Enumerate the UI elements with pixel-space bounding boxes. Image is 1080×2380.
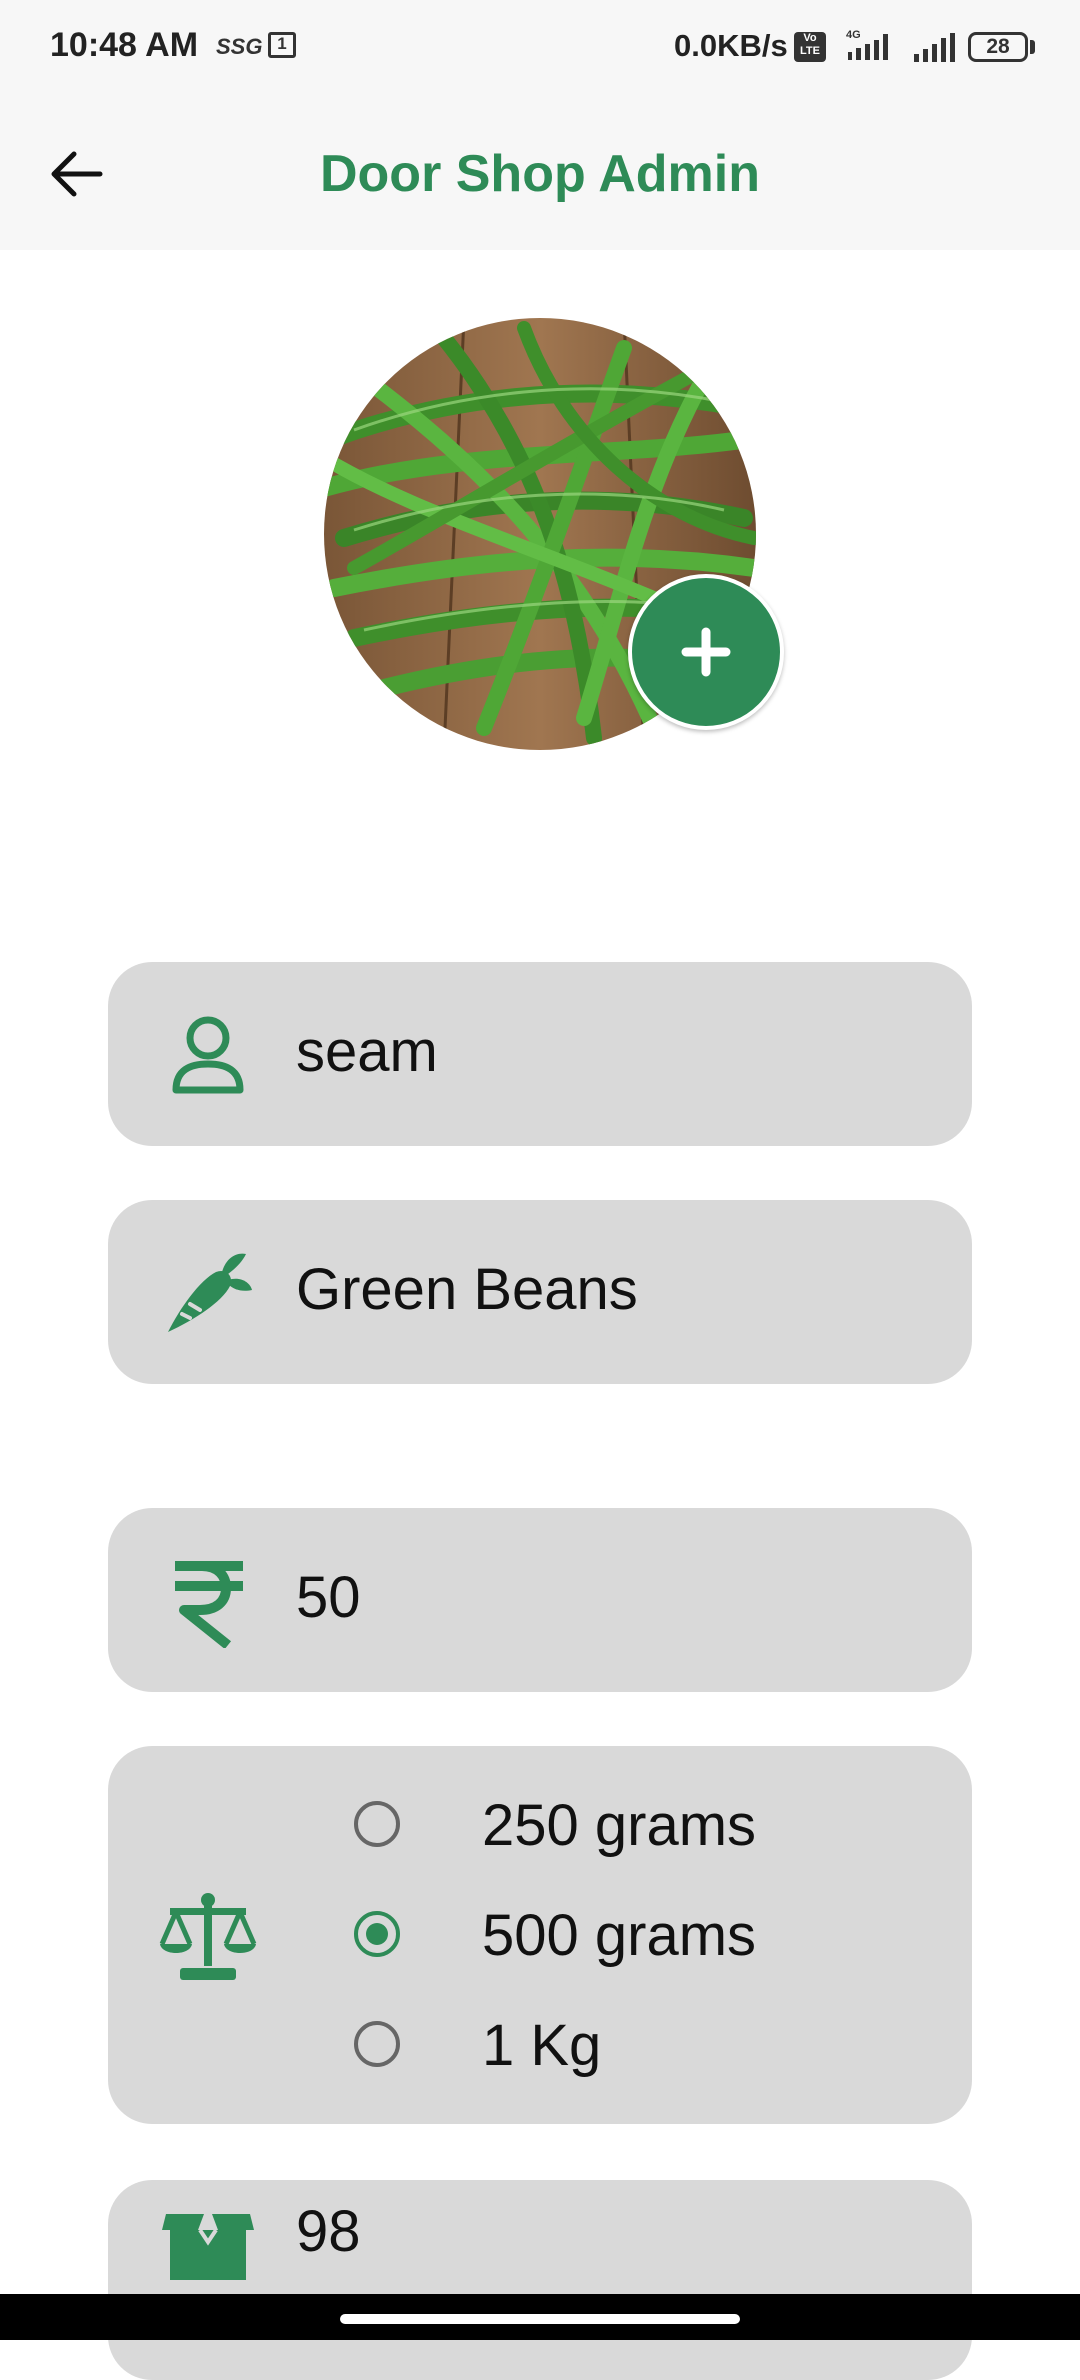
status-time: 10:48 AM: [50, 26, 199, 64]
add-photo-button[interactable]: [628, 574, 784, 730]
seller-name-value: seam: [296, 1019, 438, 1084]
radio-label: 500 grams: [482, 1903, 757, 1968]
calendar-day: 1: [277, 34, 287, 53]
signal-4g-icon: 4G: [846, 29, 888, 60]
scale-icon: [159, 1893, 257, 1980]
product-name-field[interactable]: Green Beans: [108, 1200, 972, 1384]
net-speed: 0.0KB/s: [674, 28, 788, 63]
plus-icon: [681, 627, 731, 677]
radio-button-selected[interactable]: [354, 1911, 400, 1957]
page-title: Door Shop Admin: [319, 145, 761, 203]
battery-level: 28: [986, 35, 1010, 58]
app-bar: Door Shop Admin: [0, 96, 1080, 250]
radio-button[interactable]: [354, 1801, 400, 1847]
home-gesture-handle[interactable]: [340, 2314, 740, 2324]
person-icon: [172, 1016, 244, 1094]
signal-icon: [914, 33, 955, 62]
radio-label: 250 grams: [482, 1793, 757, 1858]
system-nav-bar: [0, 2294, 1080, 2340]
status-bar: 10:48 AM SSG 1 0.0KB/s Vo LTE 4G 28: [0, 0, 1080, 96]
seller-name-field[interactable]: seam: [108, 962, 972, 1146]
network-type-label: 4G: [846, 29, 861, 41]
stock-value: 98: [296, 2199, 361, 2264]
battery-icon: 28: [968, 32, 1028, 62]
radio-label: 1 Kg: [482, 2013, 602, 2078]
rupee-icon: [175, 1561, 243, 1648]
box-icon: [162, 2214, 254, 2280]
battery-nub: [1030, 40, 1035, 54]
carrier-tag: SSG: [216, 34, 263, 59]
carrot-icon: [168, 1253, 252, 1332]
price-value: 50: [296, 1565, 361, 1630]
stock-field[interactable]: 98: [108, 2180, 972, 2380]
volte-icon: Vo LTE: [794, 32, 826, 62]
price-field[interactable]: 50: [108, 1508, 972, 1692]
calendar-icon: 1: [268, 32, 296, 58]
product-name-value: Green Beans: [296, 1257, 638, 1322]
radio-button[interactable]: [354, 2021, 400, 2067]
